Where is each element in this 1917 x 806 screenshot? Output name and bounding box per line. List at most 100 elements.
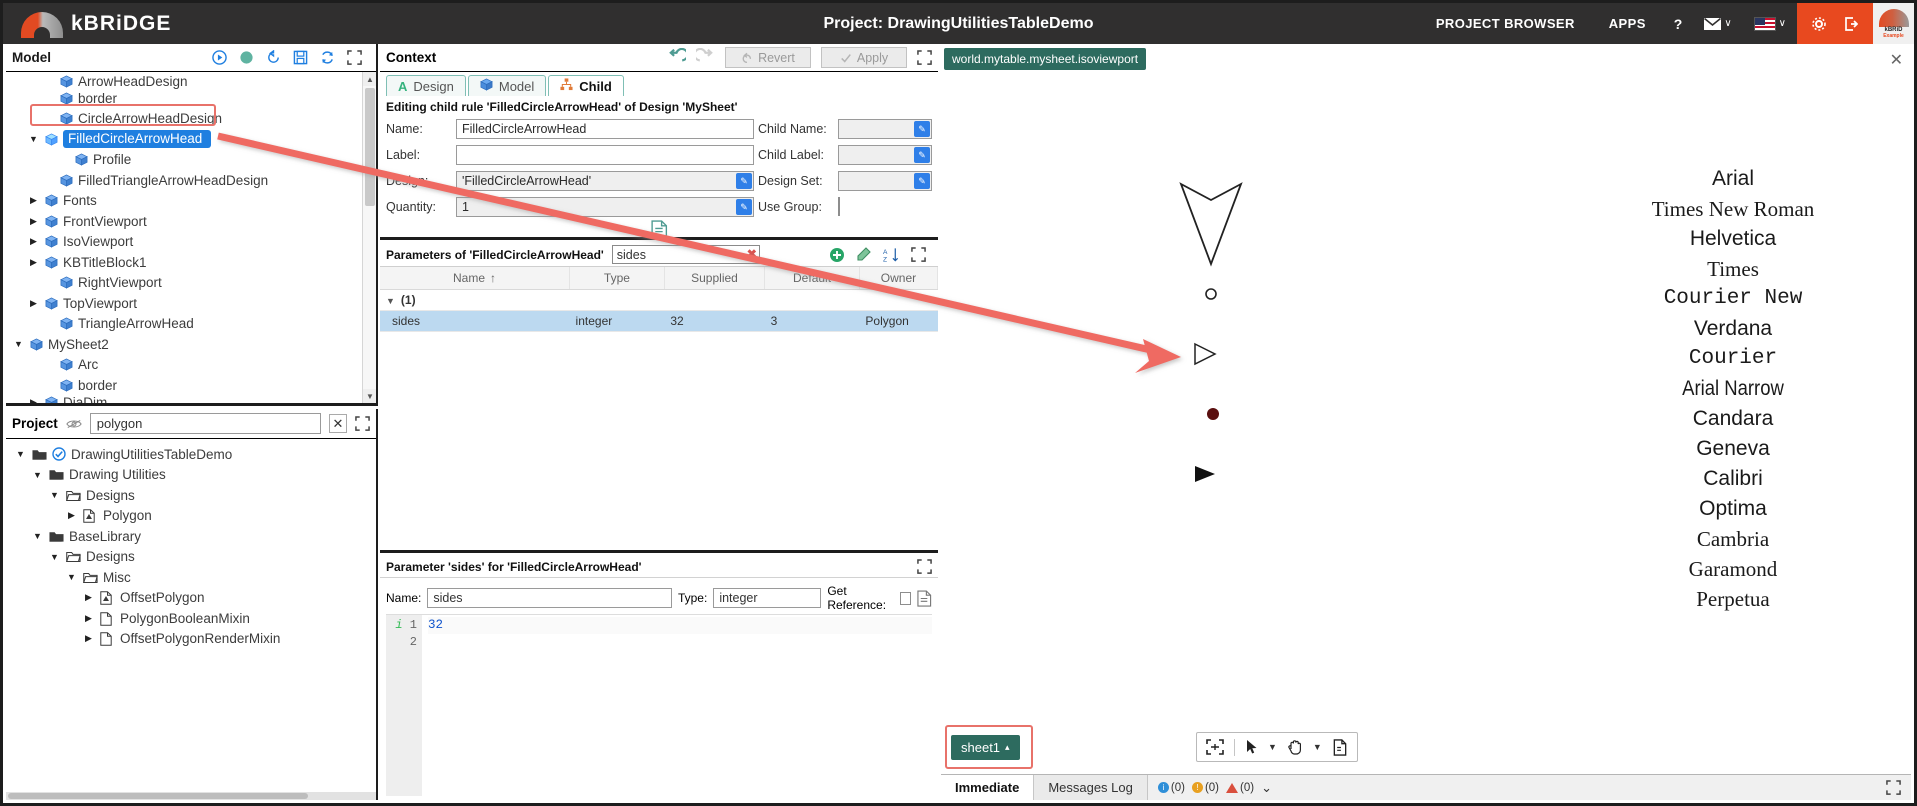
error-badge[interactable]: (0): [1226, 782, 1254, 794]
mail-menu[interactable]: ∨: [1693, 17, 1742, 30]
messages-caret-icon[interactable]: ⌄: [1261, 780, 1272, 796]
add-parameter-icon[interactable]: [829, 247, 845, 263]
column-header-name[interactable]: Name ↑: [380, 267, 571, 290]
caret-down-icon[interactable]: ▼: [1268, 742, 1277, 752]
twisty-collapsed-icon[interactable]: ▶: [27, 236, 40, 247]
name-input[interactable]: [456, 119, 754, 139]
sort-az-icon[interactable]: AZ: [883, 247, 900, 263]
use-group-checkbox[interactable]: [838, 197, 840, 216]
help-icon[interactable]: ?: [1663, 16, 1694, 32]
model-tree-item-trianglearrowhead[interactable]: TriangleArrowHead: [6, 314, 376, 335]
twisty-expanded-icon[interactable]: ▼: [48, 490, 61, 500]
info-badge[interactable]: i (0): [1157, 782, 1185, 794]
twisty-collapsed-icon[interactable]: ▶: [27, 397, 40, 403]
model-tree-item-circlearrowheaddesign[interactable]: CircleArrowHeadDesign: [6, 109, 376, 130]
twisty-expanded-icon[interactable]: ▼: [31, 470, 44, 480]
messages-log-tab[interactable]: Messages Log: [1034, 775, 1148, 800]
apply-button[interactable]: Apply: [821, 47, 907, 68]
child-label-edit-pencil-icon[interactable]: ✎: [914, 147, 930, 163]
apps-link[interactable]: APPS: [1592, 16, 1663, 31]
design-set-edit-pencil-icon[interactable]: ✎: [914, 173, 930, 189]
graphics-viewport[interactable]: world.mytable.mysheet.isoviewport ✕ Aria…: [941, 44, 1911, 800]
project-tree-item-offsetpolygonrendermixin[interactable]: ▶ OffsetPolygonRenderMixin: [6, 629, 376, 650]
immediate-tab[interactable]: Immediate: [941, 775, 1035, 800]
parameters-search-clear-icon[interactable]: ✖: [747, 247, 757, 261]
select-arrow-icon[interactable]: [1245, 739, 1258, 755]
brand-logo-area[interactable]: kBRiDGE: [3, 10, 171, 38]
project-browser-link[interactable]: PROJECT BROWSER: [1419, 16, 1592, 31]
model-tree-item-border[interactable]: border: [6, 375, 376, 396]
label-input[interactable]: [456, 145, 754, 165]
scroll-thumb[interactable]: [365, 88, 375, 206]
model-tree-item-rightviewport[interactable]: RightViewport: [6, 273, 376, 294]
refresh-icon[interactable]: [320, 50, 335, 65]
project-tree-hscrollbar[interactable]: [6, 792, 376, 800]
column-header-supplied[interactable]: Supplied: [664, 267, 766, 290]
parameter-editor-expand-icon[interactable]: [917, 559, 932, 574]
twisty-collapsed-icon[interactable]: ▶: [82, 592, 95, 603]
project-tree-item-drawing-utilities[interactable]: ▼ Drawing Utilities: [6, 465, 376, 486]
tab-model[interactable]: Model: [467, 75, 547, 96]
document-icon[interactable]: [650, 220, 668, 237]
parameter-code-editor[interactable]: i 1 2 32: [386, 614, 932, 796]
table-row[interactable]: sides integer 32 3 Polygon: [380, 310, 938, 332]
project-search-input[interactable]: [89, 413, 321, 434]
param-name-input[interactable]: [427, 588, 672, 608]
parameters-search-input[interactable]: [611, 245, 760, 264]
tab-child[interactable]: Child: [548, 75, 624, 96]
quantity-edit-pencil-icon[interactable]: ✎: [736, 199, 752, 215]
child-name-edit-pencil-icon[interactable]: ✎: [914, 121, 930, 137]
model-tree-item-arc[interactable]: Arc: [6, 355, 376, 376]
model-tree-item-frontviewport[interactable]: ▶ FrontViewport: [6, 211, 376, 232]
tab-design[interactable]: A Design: [386, 75, 466, 96]
quantity-input[interactable]: [456, 197, 754, 217]
model-tree-item-arrowheaddesign[interactable]: ArrowHeadDesign: [6, 74, 376, 89]
pan-hand-icon[interactable]: [1287, 739, 1303, 755]
expand-icon[interactable]: [347, 50, 362, 65]
project-tree-item-designs[interactable]: ▼ Designs: [6, 485, 376, 506]
project-tree-item-polygonbooleanmixin[interactable]: ▶ PolygonBooleanMixin: [6, 608, 376, 629]
viewport-close-icon[interactable]: ✕: [1890, 50, 1903, 70]
viewport-path-tag[interactable]: world.mytable.mysheet.isoviewport: [944, 48, 1147, 70]
project-tree[interactable]: ▼ DrawingUtilitiesTableDemo ▼ Drawing Utili…: [6, 439, 376, 792]
group-twisty-icon[interactable]: ▼: [386, 296, 395, 306]
play-icon[interactable]: [212, 50, 227, 65]
model-tree-scrollbar[interactable]: ▲ ▼: [362, 72, 376, 403]
context-expand-icon[interactable]: [917, 50, 932, 65]
scroll-down-arrow[interactable]: ▼: [363, 389, 376, 403]
clear-parameter-icon[interactable]: [856, 246, 872, 263]
project-tree-item-baselibrary[interactable]: ▼ BaseLibrary: [6, 526, 376, 547]
twisty-collapsed-icon[interactable]: ▶: [27, 257, 40, 268]
model-tree-item-border[interactable]: border: [6, 88, 376, 109]
parameter-group-row[interactable]: ▼ (1): [380, 289, 938, 311]
hscroll-thumb[interactable]: [8, 793, 308, 799]
project-tree-item-designs[interactable]: ▼ Designs: [6, 547, 376, 568]
twisty-expanded-icon[interactable]: ▼: [31, 531, 44, 541]
twisty-expanded-icon[interactable]: ▼: [14, 449, 27, 459]
warning-badge[interactable]: ! (0): [1191, 782, 1219, 794]
project-tree-item-offsetpolygon[interactable]: ▶ OffsetPolygon: [6, 588, 376, 609]
logout-icon[interactable]: [1835, 16, 1867, 31]
model-tree[interactable]: ArrowHeadDesign border CircleArrowHeadDesi…: [6, 72, 376, 403]
fit-to-window-icon[interactable]: [1206, 739, 1224, 755]
save-icon[interactable]: [293, 50, 308, 65]
twisty-collapsed-icon[interactable]: ▶: [27, 195, 40, 206]
parameters-table-body[interactable]: ▼ (1) sides integer 32 3 Polygon: [380, 289, 938, 332]
project-tree-item-polygon[interactable]: ▶ Polygon: [6, 506, 376, 527]
settings-gear-icon[interactable]: [1803, 16, 1835, 31]
status-expand-icon[interactable]: [1886, 780, 1901, 795]
twisty-collapsed-icon[interactable]: ▶: [82, 613, 95, 624]
twisty-expanded-icon[interactable]: ▼: [27, 134, 40, 144]
model-tree-item-filledcirclearrowhead[interactable]: ▼ FilledCircleArrowHead: [6, 129, 376, 150]
model-tree-item-mysheet2[interactable]: ▼ MySheet2: [6, 334, 376, 355]
scroll-up-arrow[interactable]: ▲: [363, 72, 376, 86]
param-type-input[interactable]: [713, 588, 822, 608]
project-search-clear-button[interactable]: ✕: [329, 414, 347, 433]
model-tree-item-fonts[interactable]: ▶ Fonts: [6, 191, 376, 212]
model-tree-item-diadim[interactable]: ▶ DiaDim: [6, 395, 376, 403]
revert-button[interactable]: Revert: [725, 47, 811, 68]
project-tree-item-drawingutilitiestabledemo[interactable]: ▼ DrawingUtilitiesTableDemo: [6, 444, 376, 465]
column-header-owner[interactable]: Owner: [859, 267, 938, 290]
twisty-collapsed-icon[interactable]: ▶: [27, 216, 40, 227]
get-reference-checkbox[interactable]: [899, 591, 911, 605]
